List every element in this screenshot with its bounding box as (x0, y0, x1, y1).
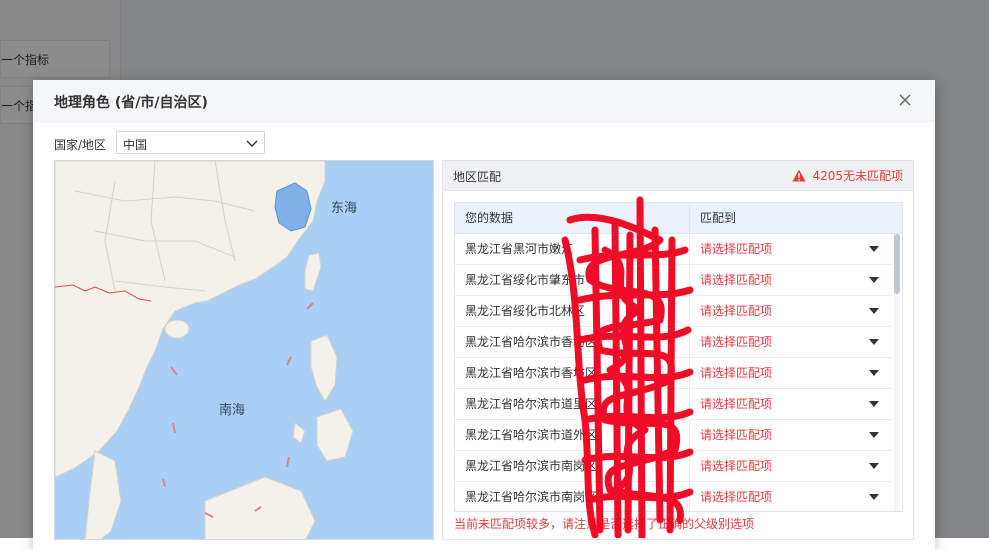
dropdown-triangle-icon (869, 463, 879, 469)
dropdown-triangle-icon (869, 370, 879, 376)
close-icon[interactable] (897, 92, 913, 108)
country-select[interactable]: 中国 (116, 131, 265, 154)
match-panel-title: 地区匹配 (453, 170, 502, 184)
match-select-placeholder: 请选择匹配项 (700, 242, 773, 256)
row-data-cell: 黑龙江省哈尔滨市香坊区 (455, 327, 690, 357)
map-view[interactable]: 东海 南海 (54, 160, 434, 540)
row-data-cell: 黑龙江省哈尔滨市南岗区 (455, 451, 690, 481)
match-select-placeholder: 请选择匹配项 (700, 428, 773, 442)
table-row: 黑龙江省哈尔滨市香坊区 请选择匹配项 (455, 327, 891, 358)
dropdown-triangle-icon (869, 432, 879, 438)
match-select[interactable]: 请选择匹配项 (690, 358, 891, 388)
dropdown-triangle-icon (869, 246, 879, 252)
match-select-placeholder: 请选择匹配项 (700, 304, 773, 318)
dropdown-triangle-icon (869, 339, 879, 345)
match-select-placeholder: 请选择匹配项 (700, 397, 773, 411)
column-header-your-data: 您的数据 (455, 203, 690, 234)
match-panel-header: 地区匹配 4205无未匹配项 (443, 161, 913, 191)
match-select[interactable]: 请选择匹配项 (690, 482, 891, 511)
row-data-cell: 黑龙江省绥化市肇东市 (455, 265, 690, 295)
table-row: 黑龙江省哈尔滨市香坊区 请选择匹配项 (455, 358, 891, 389)
match-select[interactable]: 请选择匹配项 (690, 296, 891, 326)
warning-icon (792, 169, 806, 182)
match-select[interactable]: 请选择匹配项 (690, 327, 891, 357)
table-row: 黑龙江省哈尔滨市道外区 请选择匹配项 (455, 420, 891, 451)
map-graphic (55, 161, 433, 539)
country-select-value: 中国 (123, 138, 148, 152)
table-row: 黑龙江省黑河市嫩江 请选择匹配项 (455, 234, 891, 265)
unmatched-hint-text: 当前未匹配项较多，请注意是否选择了正确的父级别选项 (454, 517, 755, 531)
region-match-panel: 地区匹配 4205无未匹配项 您的数据 匹配到 黑龙江省黑河市嫩江 请选择匹配项… (442, 160, 914, 540)
row-data-cell: 黑龙江省黑河市嫩江 (455, 234, 690, 264)
dialog-header: 地理角色 (省/市/自治区) (33, 80, 935, 122)
unmatched-warning-text: 4205无未匹配项 (812, 169, 903, 183)
match-select[interactable]: 请选择匹配项 (690, 234, 891, 264)
match-select[interactable]: 请选择匹配项 (690, 389, 891, 419)
match-select-placeholder: 请选择匹配项 (700, 366, 773, 380)
match-table: 您的数据 匹配到 黑龙江省黑河市嫩江 请选择匹配项 黑龙江省绥化市肇东市 请选择… (454, 202, 903, 512)
match-select-placeholder: 请选择匹配项 (700, 459, 773, 473)
table-row: 黑龙江省哈尔滨市南岗区 请选择匹配项 (455, 482, 891, 511)
scrollbar-thumb[interactable] (894, 234, 900, 294)
match-select-placeholder: 请选择匹配项 (700, 335, 773, 349)
unmatched-warning: 4205无未匹配项 (792, 167, 903, 184)
country-label: 国家/地区 (54, 138, 107, 152)
dialog-title: 地理角色 (省/市/自治区) (54, 95, 208, 111)
map-label: 东海 (331, 201, 358, 216)
map-label: 南海 (219, 403, 246, 418)
chevron-down-icon (246, 140, 258, 147)
table-scrollbar[interactable] (894, 234, 900, 511)
dropdown-triangle-icon (869, 308, 879, 314)
match-select[interactable]: 请选择匹配项 (690, 420, 891, 450)
row-data-cell: 黑龙江省哈尔滨市道里区 (455, 389, 690, 419)
table-row: 黑龙江省哈尔滨市道里区 请选择匹配项 (455, 389, 891, 420)
match-select-placeholder: 请选择匹配项 (700, 273, 773, 287)
dropdown-triangle-icon (869, 401, 879, 407)
table-row: 黑龙江省绥化市肇东市 请选择匹配项 (455, 265, 891, 296)
row-data-cell: 黑龙江省绥化市北林区 (455, 296, 690, 326)
match-select-placeholder: 请选择匹配项 (700, 490, 773, 504)
table-row: 黑龙江省哈尔滨市南岗区 请选择匹配项 (455, 451, 891, 482)
row-data-cell: 黑龙江省哈尔滨市南岗区 (455, 482, 690, 511)
dropdown-triangle-icon (869, 277, 879, 283)
dropdown-triangle-icon (869, 494, 879, 500)
column-header-match-to: 匹配到 (690, 203, 902, 234)
table-row: 黑龙江省绥化市北林区 请选择匹配项 (455, 296, 891, 327)
match-select[interactable]: 请选择匹配项 (690, 265, 891, 295)
row-data-cell: 黑龙江省哈尔滨市香坊区 (455, 358, 690, 388)
match-select[interactable]: 请选择匹配项 (690, 451, 891, 481)
row-data-cell: 黑龙江省哈尔滨市道外区 (455, 420, 690, 450)
geo-role-dialog: 地理角色 (省/市/自治区) 国家/地区 中国 东海 南海 地区匹配 4205无… (33, 80, 935, 550)
